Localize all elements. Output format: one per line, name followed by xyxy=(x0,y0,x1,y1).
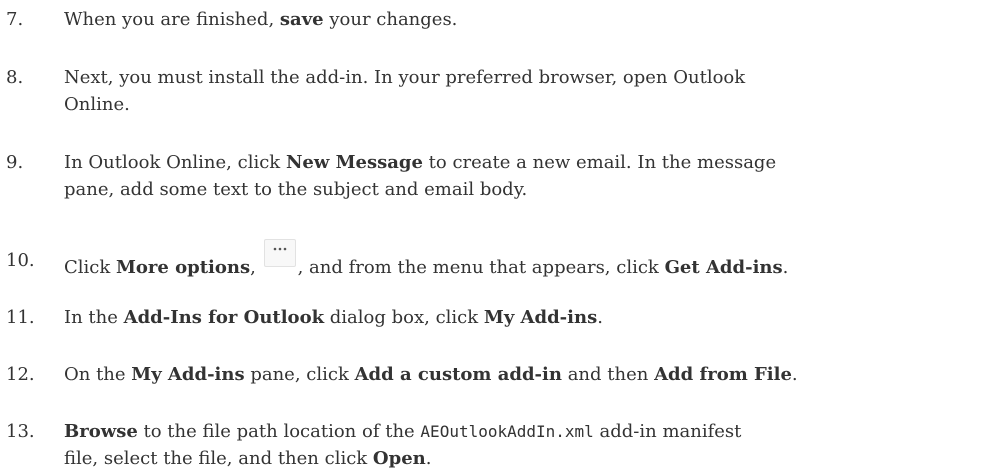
step-number: 11. xyxy=(6,307,35,328)
text-run: pane, click xyxy=(244,364,355,385)
text-run: to the file path location of the xyxy=(137,421,421,442)
text-run: file, select the file, and then click xyxy=(64,448,373,469)
bold-term: Add from File xyxy=(654,364,792,385)
bold-term: save xyxy=(279,9,324,30)
bold-term: Open xyxy=(372,448,426,469)
text-run: and then xyxy=(561,364,655,385)
text-run: pane, add some text to the subject and e… xyxy=(64,179,528,200)
step-text-line: In the Add-Ins for Outlook dialog box, c… xyxy=(64,304,984,331)
text-run: , xyxy=(250,257,262,278)
step-text-line: Browse to the file path location of the … xyxy=(64,418,984,445)
step-number: 7. xyxy=(6,9,24,30)
bold-term: Add-Ins for Outlook xyxy=(123,307,325,328)
text-run: . xyxy=(597,307,603,328)
step-number: 8. xyxy=(6,67,24,88)
text-run: your changes. xyxy=(323,9,458,30)
bold-term: New Message xyxy=(285,152,423,173)
step-text-line: On the My Add-ins pane, click Add a cust… xyxy=(64,361,984,388)
step-text-line: Online. xyxy=(64,91,984,118)
step-number: 13. xyxy=(6,421,35,442)
bold-term: Browse xyxy=(64,421,138,442)
text-run: When you are finished, xyxy=(64,9,280,30)
bold-term: Add a custom add-in xyxy=(354,364,562,385)
step-number: 12. xyxy=(6,364,35,385)
text-run: to create a new email. In the message xyxy=(422,152,777,173)
bold-term: Get Add-ins xyxy=(664,257,783,278)
text-run: . xyxy=(791,364,798,385)
text-run: add-in manifest xyxy=(593,421,742,442)
text-run: , and from the menu that appears, click xyxy=(297,257,665,278)
text-run: Online. xyxy=(64,94,130,115)
step-number: 10. xyxy=(6,250,35,271)
instruction-list: 7. When you are finished, save your chang… xyxy=(0,0,995,469)
step-number: 9. xyxy=(6,152,24,173)
step-text-line: When you are finished, save your changes… xyxy=(64,6,984,33)
step-text-line: Next, you must install the add-in. In yo… xyxy=(64,64,984,91)
text-run: dialog box, click xyxy=(324,307,484,328)
text-run: Click xyxy=(64,257,116,278)
text-run: In Outlook Online, click xyxy=(64,152,286,173)
bold-term: My Add-ins xyxy=(131,364,245,385)
text-run: On the xyxy=(64,364,132,385)
code-filename: AEOutlookAddIn.xml xyxy=(420,422,594,441)
bold-term: More options xyxy=(116,257,251,278)
step-text-line: In Outlook Online, click New Message to … xyxy=(64,149,984,176)
step-text-line: file, select the file, and then click Op… xyxy=(64,445,984,472)
more-options-icon xyxy=(263,239,296,267)
text-run: . xyxy=(425,448,432,469)
step-text-line: Click More options, , and from the menu … xyxy=(64,239,984,281)
bold-term: My Add-ins xyxy=(483,307,598,328)
text-run: In the xyxy=(64,307,124,328)
text-run: . xyxy=(782,257,789,278)
step-text-line: pane, add some text to the subject and e… xyxy=(64,176,984,203)
text-run: Next, you must install the add-in. In yo… xyxy=(64,67,746,88)
